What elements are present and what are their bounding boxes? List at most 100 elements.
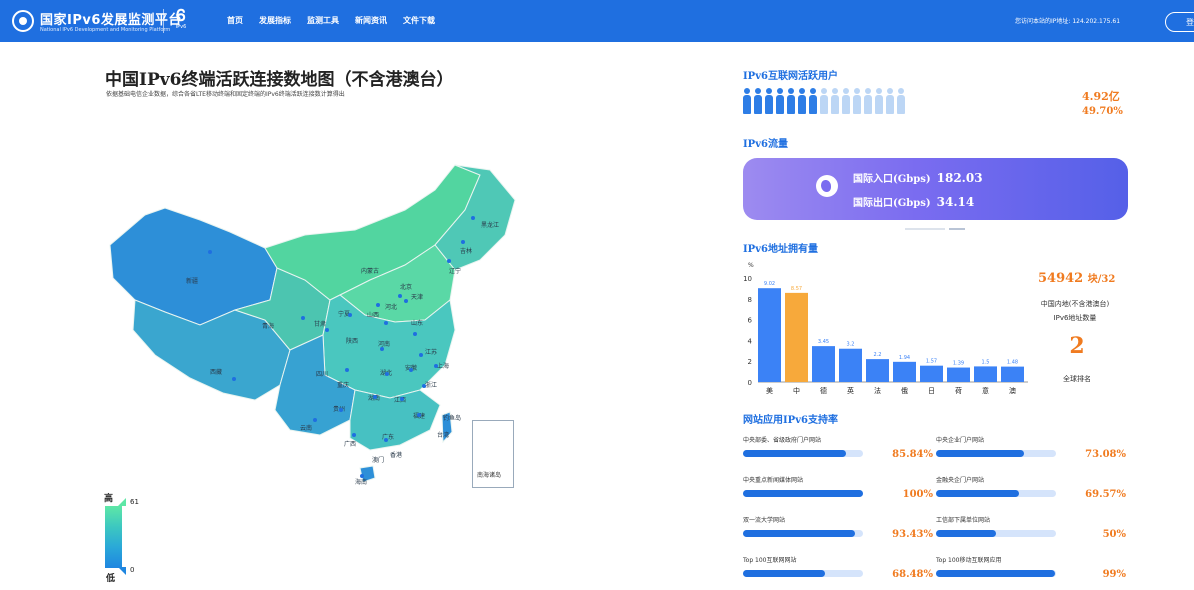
- x-tick-label: 荷: [955, 386, 962, 395]
- legend-min-handle[interactable]: [118, 567, 126, 575]
- legend-color-bar[interactable]: [105, 506, 122, 568]
- global-rank-value: 2: [1069, 333, 1085, 359]
- person-icon: [765, 88, 773, 114]
- support-progress-bar: [743, 570, 863, 577]
- province-label: 澳门: [372, 457, 385, 464]
- active-users-people-icons: [743, 88, 905, 114]
- bar[interactable]: [974, 366, 997, 382]
- traffic-outbound-label: 国际出口(Gbps): [853, 198, 931, 209]
- capital-dot: [447, 259, 451, 263]
- person-icon: [743, 88, 751, 114]
- legend-high-label: 高: [104, 494, 114, 504]
- support-progress-fill: [936, 450, 1024, 457]
- x-tick-label: 美: [766, 386, 773, 395]
- address-desc-line2: IPv6地址数量: [1053, 314, 1097, 322]
- capital-dot: [208, 250, 212, 254]
- bar[interactable]: [920, 365, 943, 382]
- capital-dot: [360, 474, 364, 478]
- support-progress-bar: [936, 490, 1056, 497]
- nav-item-news[interactable]: 新闻资讯: [355, 15, 387, 26]
- bar[interactable]: [893, 361, 916, 382]
- province-label: 江苏: [425, 349, 438, 356]
- person-icon: [798, 88, 806, 114]
- legend-low-label: 低: [106, 574, 116, 584]
- data-label: 1.39: [953, 361, 964, 367]
- bar[interactable]: [947, 367, 970, 382]
- province-label: 四川: [316, 371, 329, 378]
- capital-dot: [232, 377, 236, 381]
- bar[interactable]: [758, 288, 781, 382]
- top-nav-bar: 国家IPv6发展监测平台 National IPv6 Development a…: [0, 0, 1194, 42]
- carousel-dot[interactable]: [905, 228, 945, 230]
- y-tick-label: 6: [748, 317, 753, 325]
- province-label: 浙江: [425, 382, 438, 389]
- bar[interactable]: [785, 292, 808, 382]
- province-label: 云南: [300, 425, 313, 432]
- support-progress-bar: [936, 450, 1056, 457]
- person-icon: [853, 88, 861, 114]
- support-item-label: 中央重点新闻媒体网站: [743, 477, 804, 484]
- province-label: 河北: [385, 304, 398, 311]
- data-label: 2.2: [874, 352, 882, 358]
- x-tick-label: 日: [928, 387, 935, 395]
- address-description: 中国内地(不含港澳台) IPv6地址数量: [1025, 297, 1125, 325]
- person-icon: [886, 88, 894, 114]
- y-axis-label: %: [748, 262, 754, 269]
- person-icon: [787, 88, 795, 114]
- support-progress-fill: [743, 490, 863, 497]
- platform-logo-icon[interactable]: [12, 10, 34, 32]
- data-label: 9.02: [764, 281, 775, 287]
- globe-icon: [816, 175, 838, 197]
- support-item-percent: 93.43%: [892, 529, 933, 540]
- address-bar-chart: % 0 2 4 6 8 10 9.02 美 8.57 中 3.45 德 3.2 英 2.2 法 1.94 俄 1.57…: [743, 262, 1028, 395]
- legend-min-value: 0: [130, 566, 135, 574]
- capital-dot: [400, 397, 404, 401]
- support-progress-bar: [743, 450, 863, 457]
- ipv6-logo: Ꮾ IPv6: [170, 8, 192, 31]
- login-button-glyph: 登: [1186, 18, 1194, 27]
- capital-dot: [461, 240, 465, 244]
- support-progress-bar: [936, 570, 1056, 577]
- nav-item-indicators[interactable]: 发展指标: [259, 15, 291, 26]
- legend-max-handle[interactable]: [118, 498, 126, 506]
- nav-item-tools[interactable]: 监测工具: [307, 15, 339, 26]
- support-item-percent: 69.57%: [1085, 489, 1126, 500]
- support-item-percent: 73.08%: [1085, 449, 1126, 460]
- province-label: 新疆: [186, 278, 199, 285]
- province-label: 台湾: [437, 432, 450, 439]
- bar[interactable]: [812, 346, 835, 382]
- carousel-indicator: [905, 228, 965, 230]
- carousel-dot[interactable]: [949, 228, 965, 230]
- person-icon: [831, 88, 839, 114]
- bar[interactable]: [866, 359, 889, 382]
- support-item: 金融央企门户网站 69.57%: [936, 475, 1126, 500]
- province-label: 天津: [411, 294, 424, 301]
- person-icon: [875, 88, 883, 114]
- login-button[interactable]: 登: [1165, 12, 1194, 32]
- capital-dot: [422, 384, 426, 388]
- person-icon: [842, 88, 850, 114]
- capital-dot: [385, 372, 389, 376]
- active-users-percent: 49.70%: [1082, 106, 1123, 117]
- platform-title[interactable]: 国家IPv6发展监测平台: [40, 9, 182, 28]
- map-subtitle: 依据基础电信企业数据，综合各省LTE移动终端和固定终端的IPv6终端活跃连接数计…: [106, 91, 345, 98]
- bar[interactable]: [1001, 366, 1024, 382]
- province-label: 钓鱼岛: [443, 415, 462, 422]
- capital-dot: [419, 353, 423, 357]
- global-rank-label: 全球排名: [1063, 375, 1091, 383]
- support-item: Top 100移动互联网应用 99%: [936, 555, 1126, 580]
- main-nav: 首页 发展指标 监测工具 新闻资讯 文件下载: [227, 15, 435, 26]
- province-label: 广西: [344, 441, 357, 448]
- support-progress-fill: [743, 530, 856, 537]
- support-item-label: 金融央企门户网站: [936, 477, 985, 484]
- nav-item-home[interactable]: 首页: [227, 15, 243, 26]
- bar[interactable]: [839, 348, 862, 382]
- support-progress-fill: [743, 450, 846, 457]
- province-label: 重庆: [337, 382, 350, 389]
- capital-dot: [380, 347, 384, 351]
- nav-item-downloads[interactable]: 文件下载: [403, 15, 435, 26]
- brand-divider: [163, 9, 164, 33]
- data-label: 1.94: [899, 355, 910, 361]
- support-progress-bar: [743, 490, 863, 497]
- support-item: 工信部下属单位网站 50%: [936, 515, 1126, 540]
